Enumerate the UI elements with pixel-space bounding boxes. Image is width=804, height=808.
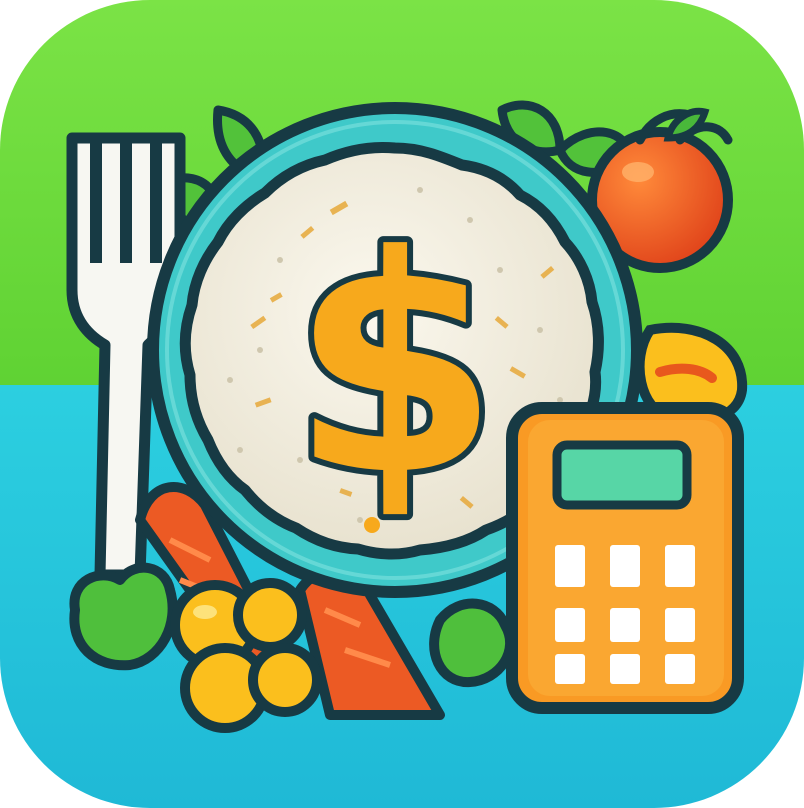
app-icon-artwork: $	[0, 0, 804, 808]
dollar-symbol: $	[291, 192, 500, 541]
app-icon: $	[0, 0, 804, 808]
calculator-icon	[506, 402, 744, 714]
corn	[170, 578, 322, 733]
dollar-icon: $	[285, 186, 506, 547]
calculator-keys	[555, 545, 695, 684]
calculator-screen	[552, 440, 692, 510]
